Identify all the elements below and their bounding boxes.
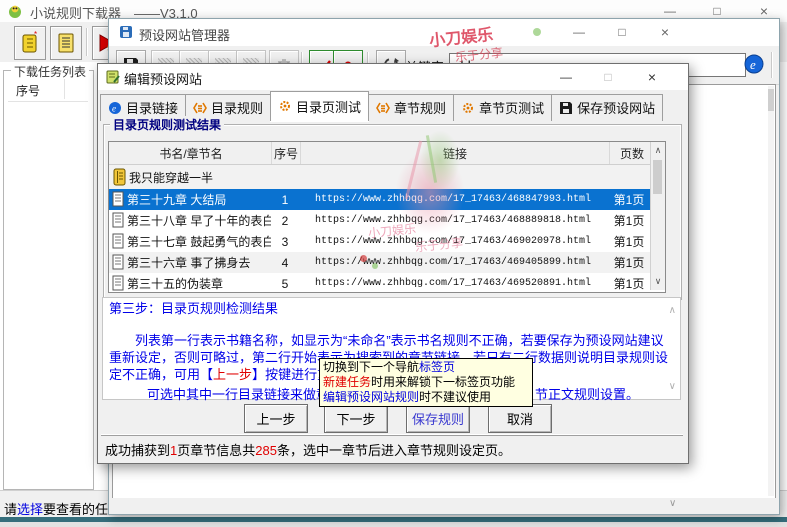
instruction-step-title: 第三步：目录页规则检测结果 [109,300,674,317]
tab-save-preset[interactable]: 保存预设网站 [551,94,663,121]
scroll-up-icon[interactable]: ∧ [651,145,665,156]
rule-list-icon [376,101,390,115]
bottom-edge [0,522,787,527]
header-link[interactable]: 链接 [301,142,610,164]
main-status-text: 请选择要查看的任务 [4,499,121,518]
toolbar-separator [771,52,772,78]
test-result-group-title: 目录页规则测试结果 [110,116,224,133]
page-icon [111,233,125,250]
result-table-header: 书名/章节名 序号 链接 页数 [109,142,665,165]
task-column-divider [64,79,65,99]
manager-minimize-button[interactable]: — [559,22,599,42]
website-list-scrollbar[interactable] [768,86,774,496]
rule-list-icon [193,101,207,115]
table-row[interactable]: 第三十五的伪装章 5 https://www.zhhbqg.com/17_174… [109,273,665,293]
task-column-header: 序号 [16,82,40,99]
scrollbar-thumb[interactable] [653,160,662,194]
table-row[interactable]: 第三十七章 鼓起勇气的表白 3 https://www.zhhbqg.com/1… [109,231,665,252]
table-scrollbar[interactable]: ∧ ∨ [650,142,665,290]
gear-icon [278,99,292,113]
rule-list-button[interactable] [50,26,82,60]
new-notebook-icon: * [20,31,40,55]
tab-catalog-page-test[interactable]: 目录页测试 [270,91,369,121]
manager-bottom-strip: ∨ [112,498,776,512]
new-rule-button[interactable]: * [14,26,46,60]
task-list-header: 序号 [8,77,88,102]
manager-maximize-button[interactable]: □ [602,22,642,42]
page-icon [111,212,125,229]
dialog-close-button[interactable]: × [632,67,672,87]
page-icon [111,254,125,271]
table-row[interactable]: 第三十八章 早了十年的表白 2 https://www.zhhbqg.com/1… [109,210,665,231]
svg-text:*: * [34,31,37,39]
header-index[interactable]: 序号 [272,142,301,164]
table-row[interactable]: 第三十九章 大结局 1 https://www.zhhbqg.com/17_17… [109,189,665,210]
manager-app-icon [118,24,134,40]
search-website-button[interactable]: e [741,51,767,77]
app-icon [7,3,23,19]
save-rule-button[interactable]: 保存规则 [406,404,470,433]
tab-tooltip: 切换到下一个导航标签页 新建任务时用来解锁下一标签页功能 编辑预设网站规则时不建… [319,358,533,407]
scroll-up-icon[interactable]: ∧ [669,302,676,319]
manager-close-button[interactable]: × [645,22,685,42]
toolbar-separator [86,28,87,56]
browser-search-icon: e [743,53,765,75]
edit-preset-dialog: 编辑预设网站 — □ × e 目录链接 目录规则 目录页测试 章节规则 章节页测… [97,63,689,464]
dialog-status-text: 成功捕获到1页章节信息共285条，选中一章节后进入章节规则设定页。 [101,435,683,459]
gear-icon [461,101,475,115]
save-icon [559,101,573,115]
back-step-ref: 上一步 [213,367,252,382]
prev-step-button[interactable]: 上一步 [244,404,308,433]
result-table: 书名/章节名 序号 链接 页数 我只能穿越一半 第三十九章 大结局 1 http… [108,141,666,293]
next-step-button[interactable]: 下一步 [324,404,388,433]
table-row[interactable]: 第三十六章 事了拂身去 4 https://www.zhhbqg.com/17_… [109,252,665,273]
scrollbar-thumb[interactable] [768,89,774,111]
manager-titlebar: 预设网站管理器 — □ × [109,19,779,46]
dialog-maximize-button[interactable]: □ [588,67,628,87]
manager-window-title: 预设网站管理器 [139,25,230,44]
svg-text:e: e [112,103,116,113]
tab-chapter-rule[interactable]: 章节规则 [368,94,454,121]
page-icon [111,191,125,208]
book-icon [111,167,127,187]
notebook-list-icon [56,31,76,55]
scroll-down-icon[interactable]: ∨ [651,276,665,287]
task-list-panel: 下载任务列表 序号 [3,70,94,490]
chevron-down-icon[interactable]: ∨ [669,498,676,509]
page-icon [111,275,125,292]
dialog-minimize-button[interactable]: — [546,67,586,87]
dialog-title: 编辑预设网站 [124,69,202,88]
scroll-down-icon[interactable]: ∨ [669,378,676,395]
edit-pad-icon [105,69,121,85]
table-row-book[interactable]: 我只能穿越一半 [109,165,665,189]
dialog-titlebar: 编辑预设网站 — □ × [98,64,688,90]
header-name[interactable]: 书名/章节名 [109,142,272,164]
book-name: 我只能穿越一半 [129,169,213,186]
tab-chapter-page-test[interactable]: 章节页测试 [453,94,552,121]
svg-text:e: e [750,57,756,72]
select-link[interactable]: 选择 [17,502,43,517]
cancel-button[interactable]: 取消 [488,404,552,433]
browser-icon: e [108,101,122,115]
header-pages[interactable]: 页数 [610,142,654,164]
